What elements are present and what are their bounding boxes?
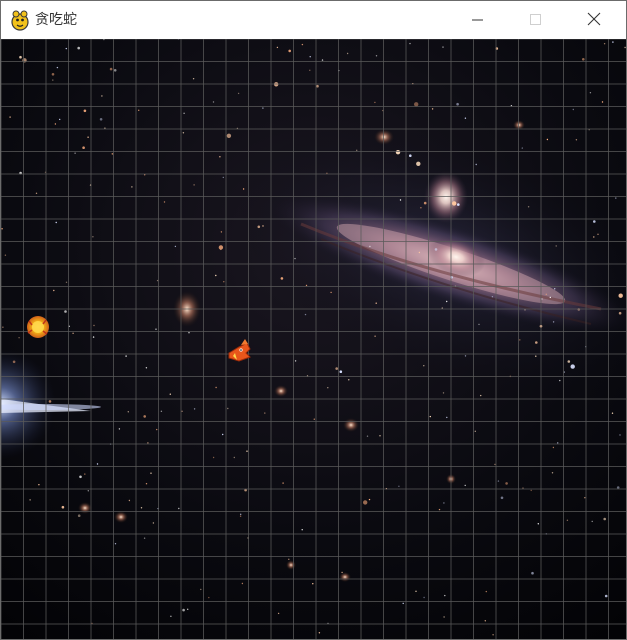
maximize-icon (530, 11, 542, 30)
minimize-icon (472, 11, 484, 30)
close-button[interactable] (565, 1, 623, 39)
maximize-button[interactable] (507, 1, 565, 39)
food (27, 316, 49, 338)
game-window: 贪吃蛇 (0, 0, 627, 640)
game-board[interactable] (1, 39, 626, 639)
window-title: 贪吃蛇 (35, 12, 77, 28)
close-icon (587, 11, 601, 30)
game-canvas (1, 39, 626, 639)
title-bar[interactable]: 贪吃蛇 (1, 1, 626, 39)
python-snake-icon (10, 9, 30, 31)
minimize-button[interactable] (449, 1, 507, 39)
